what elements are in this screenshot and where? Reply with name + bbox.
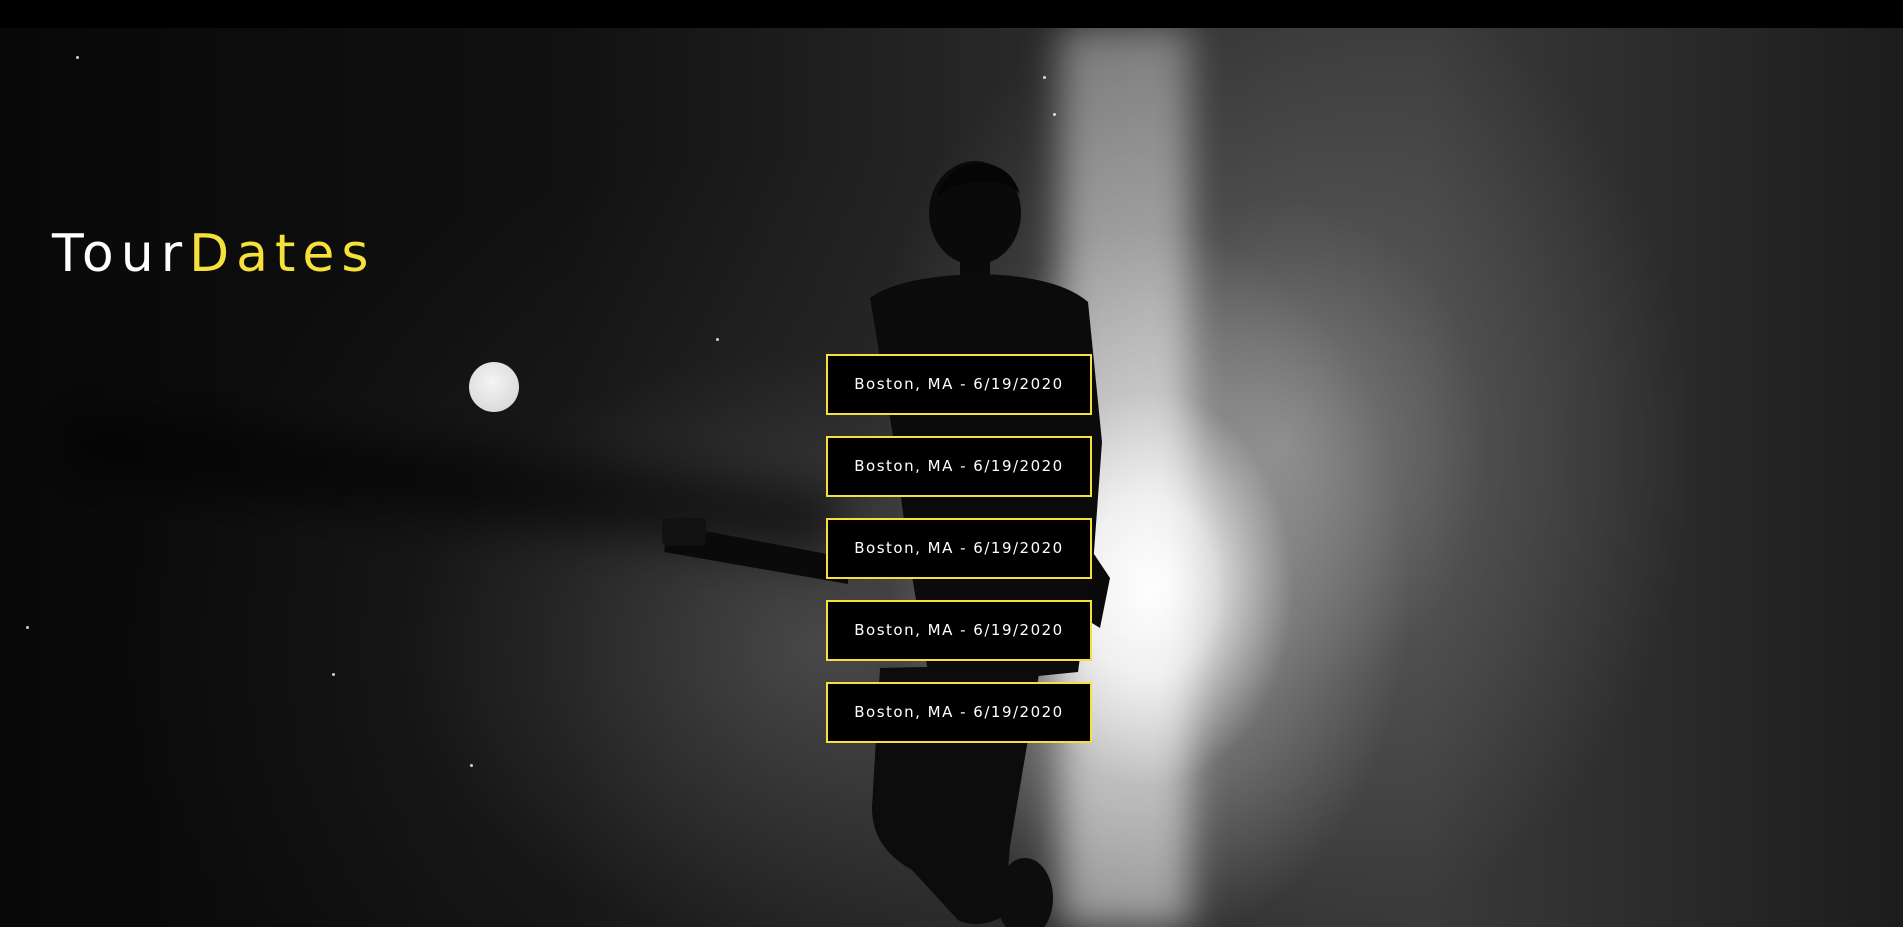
tour-date-button[interactable]: Boston, MA - 6/19/2020 [826,354,1092,415]
title-word-dates: Dates [189,224,376,284]
page-title: TourDates [52,224,375,284]
tour-date-button[interactable]: Boston, MA - 6/19/2020 [826,682,1092,743]
tour-date-button[interactable]: Boston, MA - 6/19/2020 [826,600,1092,661]
page: TourDates Boston, MA - 6/19/2020 Boston,… [0,0,1903,927]
tour-date-button[interactable]: Boston, MA - 6/19/2020 [826,518,1092,579]
tour-date-button[interactable]: Boston, MA - 6/19/2020 [826,436,1092,497]
top-bar [0,0,1903,28]
tour-dates-list: Boston, MA - 6/19/2020 Boston, MA - 6/19… [826,354,1092,764]
moon-light-orb [469,362,519,412]
title-word-tour: Tour [52,224,190,284]
